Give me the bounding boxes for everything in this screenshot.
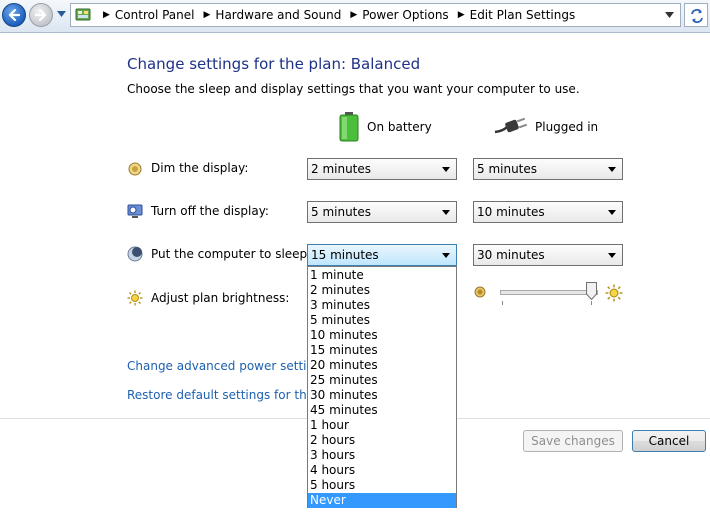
refresh-icon: [691, 9, 703, 23]
breadcrumb-hardware-and-sound[interactable]: Hardware and Sound: [210, 8, 346, 22]
dropdown-option[interactable]: 5 minutes: [308, 313, 456, 328]
address-bar[interactable]: ▶ Control Panel ▶ Hardware and Sound ▶ P…: [70, 3, 681, 27]
forward-button[interactable]: [29, 3, 53, 27]
dropdown-option[interactable]: 30 minutes: [308, 388, 456, 403]
dim-display-plugged-value: 5 minutes: [477, 162, 538, 176]
turn-off-display-battery-value: 5 minutes: [311, 205, 372, 219]
dropdown-option[interactable]: 3 hours: [308, 448, 456, 463]
dropdown-option[interactable]: 20 minutes: [308, 358, 456, 373]
breadcrumb-separator-icon[interactable]: ▶: [99, 10, 110, 20]
dropdown-option[interactable]: 1 hour: [308, 418, 456, 433]
plugged-in-column-label: Plugged in: [535, 120, 599, 134]
breadcrumb-separator-icon[interactable]: ▶: [200, 10, 211, 20]
brightness-sun-icon: [127, 290, 143, 306]
dim-display-battery-select[interactable]: 2 minutes: [307, 158, 457, 180]
breadcrumb-control-panel[interactable]: Control Panel: [110, 8, 200, 22]
control-panel-icon: [75, 8, 91, 21]
breadcrumb-separator-icon[interactable]: ▶: [346, 10, 357, 20]
sleep-moon-icon: [127, 246, 143, 262]
sleep-plugged-select[interactable]: 30 minutes: [473, 244, 623, 266]
page-title: Change settings for the plan: Balanced: [127, 55, 421, 73]
dropdown-option[interactable]: 1 minute: [308, 268, 456, 283]
dropdown-option[interactable]: 4 hours: [308, 463, 456, 478]
sleep-battery-dropdown-list: 1 minute 2 minutes 3 minutes 5 minutes 1…: [307, 266, 457, 508]
recent-pages-dropdown-icon[interactable]: [57, 11, 66, 17]
address-history-dropdown-icon[interactable]: [665, 12, 674, 18]
dropdown-option-highlighted[interactable]: Never: [308, 493, 456, 508]
brightness-label: Adjust plan brightness:: [151, 291, 290, 305]
chevron-down-icon: [608, 167, 616, 172]
chevron-down-icon: [608, 253, 616, 258]
battery-column-label: On battery: [367, 120, 432, 134]
back-button[interactable]: [2, 3, 26, 27]
brightness-high-icon: [605, 284, 623, 302]
turn-off-display-battery-select[interactable]: 5 minutes: [307, 201, 457, 223]
dim-display-icon: [128, 162, 142, 176]
brightness-low-icon: [474, 286, 486, 298]
plugged-in-column-header: Plugged in: [493, 112, 598, 142]
navigation-bar: ▶ Control Panel ▶ Hardware and Sound ▶ P…: [0, 0, 710, 33]
turn-off-display-label: Turn off the display:: [151, 204, 269, 218]
dropdown-option[interactable]: 5 hours: [308, 478, 456, 493]
turn-off-display-plugged-select[interactable]: 10 minutes: [473, 201, 623, 223]
power-plug-icon: [494, 117, 527, 134]
chevron-down-icon: [442, 253, 450, 258]
sleep-plugged-value: 30 minutes: [477, 248, 545, 262]
dropdown-option[interactable]: 25 minutes: [308, 373, 456, 388]
cancel-button[interactable]: Cancel: [632, 430, 706, 452]
dim-display-label: Dim the display:: [151, 161, 249, 175]
dim-display-plugged-select[interactable]: 5 minutes: [473, 158, 623, 180]
refresh-button[interactable]: [684, 3, 708, 27]
breadcrumb-edit-plan-settings[interactable]: Edit Plan Settings: [465, 8, 581, 22]
chevron-down-icon: [442, 167, 450, 172]
dropdown-option[interactable]: 2 minutes: [308, 283, 456, 298]
slider-tick: [502, 301, 503, 305]
turn-off-display-icon: [127, 204, 143, 218]
advanced-power-settings-link[interactable]: Change advanced power settings: [127, 359, 328, 373]
battery-column-header: On battery: [339, 112, 432, 142]
turn-off-display-plugged-value: 10 minutes: [477, 205, 545, 219]
brightness-slider-thumb[interactable]: [586, 282, 597, 300]
dropdown-option[interactable]: 2 hours: [308, 433, 456, 448]
dropdown-option[interactable]: 45 minutes: [308, 403, 456, 418]
dropdown-option[interactable]: 10 minutes: [308, 328, 456, 343]
save-changes-button[interactable]: Save changes: [523, 430, 623, 452]
breadcrumb-separator-icon[interactable]: ▶: [454, 10, 465, 20]
breadcrumb-power-options[interactable]: Power Options: [357, 8, 453, 22]
back-arrow-icon: [8, 8, 21, 22]
sleep-battery-select[interactable]: 15 minutes: [307, 244, 457, 266]
forward-arrow-icon: [34, 8, 47, 22]
chevron-down-icon: [442, 210, 450, 215]
brightness-slider-track[interactable]: [500, 290, 598, 295]
chevron-down-icon: [608, 210, 616, 215]
sleep-label: Put the computer to sleep:: [151, 247, 312, 261]
dropdown-option[interactable]: 15 minutes: [308, 343, 456, 358]
dropdown-option[interactable]: 3 minutes: [308, 298, 456, 313]
sleep-battery-value: 15 minutes: [311, 248, 379, 262]
dim-display-battery-value: 2 minutes: [311, 162, 372, 176]
battery-icon: [339, 112, 359, 142]
slider-tick: [591, 301, 592, 305]
page-subtitle: Choose the sleep and display settings th…: [127, 82, 580, 96]
